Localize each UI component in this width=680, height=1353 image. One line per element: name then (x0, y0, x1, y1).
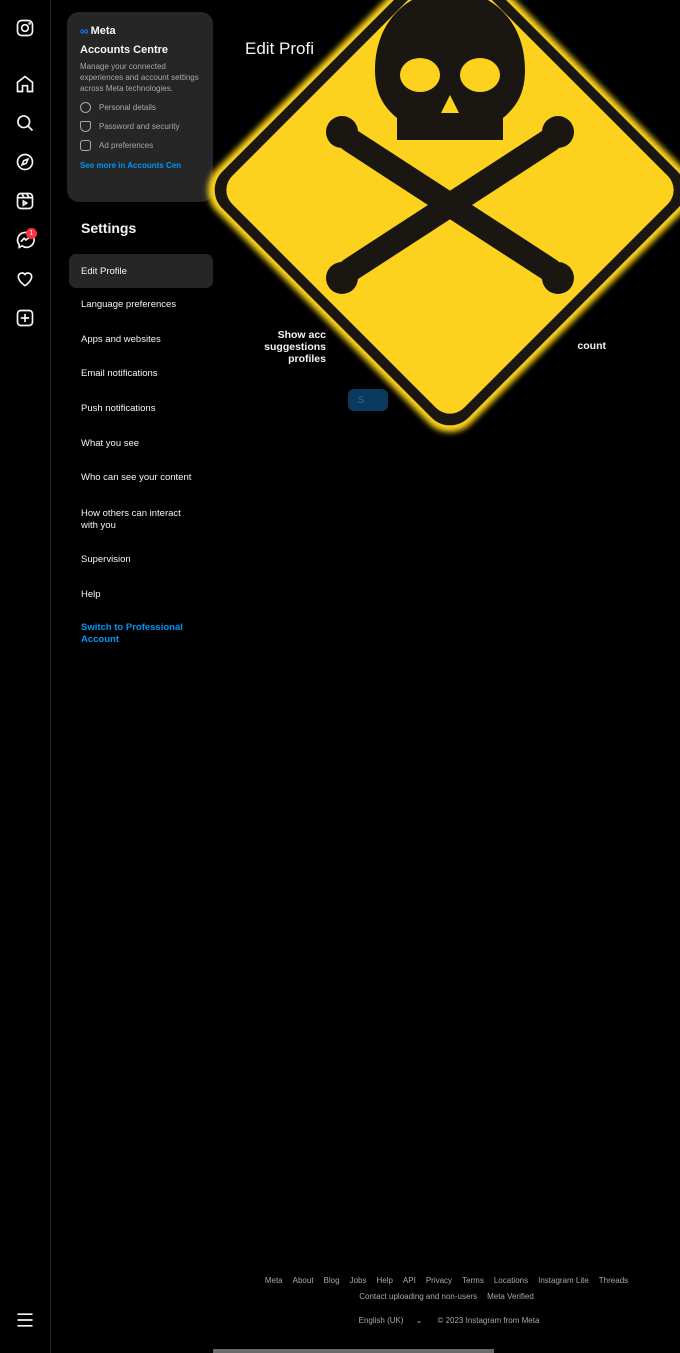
shield-icon (80, 121, 91, 132)
item-label: Personal details (99, 103, 156, 112)
settings-help[interactable]: Help (69, 589, 213, 600)
heart-icon[interactable] (14, 268, 36, 290)
footer-link[interactable]: About (293, 1276, 314, 1285)
item-label: Ad preferences (99, 141, 154, 150)
footer-link[interactable]: Blog (324, 1276, 340, 1285)
footer-link[interactable]: Jobs (350, 1276, 367, 1285)
footer-link[interactable]: Help (376, 1276, 392, 1285)
skull-crossbones-warning-sign (207, 0, 680, 433)
switch-professional-link[interactable]: Switch to Professional Account (69, 622, 189, 646)
footer-bottom: English (UK) ⌄ © 2023 Instagram from Meta (213, 1316, 680, 1325)
meta-infinity-icon: ∞ (80, 24, 89, 38)
footer-link[interactable]: Privacy (426, 1276, 452, 1285)
instagram-icon[interactable] (14, 17, 36, 39)
footer-link[interactable]: Locations (494, 1276, 528, 1285)
footer-link[interactable]: Contact uploading and non-users (359, 1292, 477, 1301)
messages-badge: 1 (26, 228, 37, 239)
ad-icon (80, 140, 91, 151)
person-icon (80, 102, 91, 113)
settings-interactions[interactable]: How others can interact with you (69, 508, 199, 532)
footer-link[interactable]: Instagram Lite (538, 1276, 589, 1285)
search-icon[interactable] (14, 112, 36, 134)
settings-who-can-see[interactable]: Who can see your content (69, 472, 213, 483)
footer-link[interactable]: Terms (462, 1276, 484, 1285)
explore-icon[interactable] (14, 151, 36, 173)
footer-link[interactable]: Meta Verified (487, 1292, 534, 1301)
create-icon[interactable] (14, 307, 36, 329)
footer-links: Meta About Blog Jobs Help API Privacy Terms Loca… (213, 1276, 680, 1285)
meta-brand: Meta (90, 25, 116, 37)
horizontal-scrollbar[interactable] (213, 1349, 494, 1353)
settings-supervision[interactable]: Supervision (69, 554, 213, 565)
settings-heading: Settings (81, 220, 137, 236)
footer-link[interactable]: Threads (599, 1276, 628, 1285)
language-select[interactable]: English (UK) ⌄ (354, 1316, 428, 1325)
footer-link[interactable]: Meta (265, 1276, 283, 1285)
home-icon[interactable] (14, 73, 36, 95)
footer-link[interactable]: API (403, 1276, 416, 1285)
menu-icon[interactable] (14, 1309, 36, 1331)
reels-icon[interactable] (14, 190, 36, 212)
item-label: Password and security (99, 122, 180, 131)
footer-links-2: Contact uploading and non-users Meta Veri… (213, 1292, 680, 1301)
copyright: © 2023 Instagram from Meta (437, 1316, 540, 1325)
language-label: English (UK) (358, 1316, 404, 1325)
chevron-down-icon: ⌄ (415, 1316, 423, 1325)
nav-rail: 1 (0, 0, 51, 1353)
